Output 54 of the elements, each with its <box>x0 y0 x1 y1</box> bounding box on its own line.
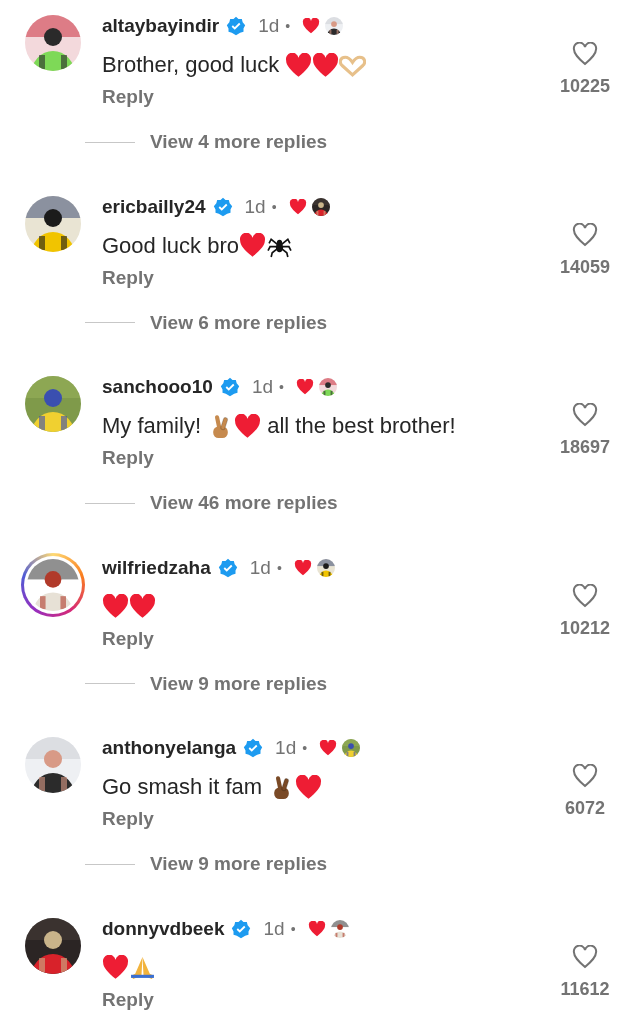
like-count: 6072 <box>564 798 605 819</box>
username[interactable]: sanchooo10 <box>102 376 213 398</box>
comment-text: Brother, good luck <box>102 52 281 78</box>
like-count: 10225 <box>559 76 611 97</box>
view-replies-link[interactable]: View 46 more replies <box>150 492 338 514</box>
comment-text: Go smash it fam <box>102 774 264 800</box>
separator-dot: • <box>271 198 277 215</box>
username[interactable]: ericbailly24 <box>102 195 206 218</box>
timestamp: 1d <box>263 917 285 940</box>
reply-link[interactable]: Reply <box>102 266 154 289</box>
like-button[interactable] <box>572 403 598 427</box>
heart-icon <box>102 594 129 619</box>
like-count: 10212 <box>559 617 611 639</box>
comment-text: My family! <box>102 413 202 439</box>
like-button[interactable] <box>572 222 598 247</box>
timestamp: 1d <box>251 376 273 398</box>
view-replies-link[interactable]: View 9 more replies <box>150 672 328 695</box>
heart-icon <box>238 233 266 258</box>
username[interactable]: wilfriedzaha <box>102 556 211 579</box>
like-button[interactable] <box>572 583 598 608</box>
timestamp: 1d <box>249 556 271 579</box>
comment-text: Good luck bro <box>102 232 239 259</box>
heart-icon <box>312 52 340 78</box>
view-replies-link[interactable]: View 9 more replies <box>150 853 328 875</box>
view-replies-link[interactable]: View 4 more replies <box>150 131 328 153</box>
heart-icon <box>129 594 156 619</box>
heart-icon <box>285 52 313 78</box>
separator-dot: • <box>285 18 291 34</box>
username[interactable]: anthonyelanga <box>102 737 237 759</box>
reply-link[interactable]: Reply <box>102 447 154 469</box>
timestamp: 1d <box>258 15 280 37</box>
heart-icon <box>102 955 129 980</box>
view-replies-link[interactable]: View 6 more replies <box>150 311 328 334</box>
username[interactable]: altaybayindir <box>102 15 220 37</box>
like-button[interactable] <box>572 42 598 66</box>
heart-icon <box>234 413 262 439</box>
reply-link[interactable]: Reply <box>102 988 154 1011</box>
comment-text: all the best brother! <box>266 413 456 439</box>
reply-link[interactable]: Reply <box>102 86 154 108</box>
heart-icon <box>295 774 323 800</box>
separator-dot: • <box>302 740 308 756</box>
like-count: 11612 <box>560 978 610 1000</box>
like-button[interactable] <box>572 764 598 788</box>
reply-link[interactable]: Reply <box>102 808 154 830</box>
timestamp: 1d <box>275 737 297 759</box>
like-button[interactable] <box>572 944 598 969</box>
reply-link[interactable]: Reply <box>102 627 154 650</box>
separator-dot: • <box>276 559 282 576</box>
username[interactable]: donnyvdbeek <box>102 917 225 940</box>
timestamp: 1d <box>244 195 266 218</box>
separator-dot: • <box>279 379 284 395</box>
like-count: 18697 <box>559 437 611 458</box>
separator-dot: • <box>290 920 296 937</box>
like-count: 14059 <box>559 256 611 278</box>
